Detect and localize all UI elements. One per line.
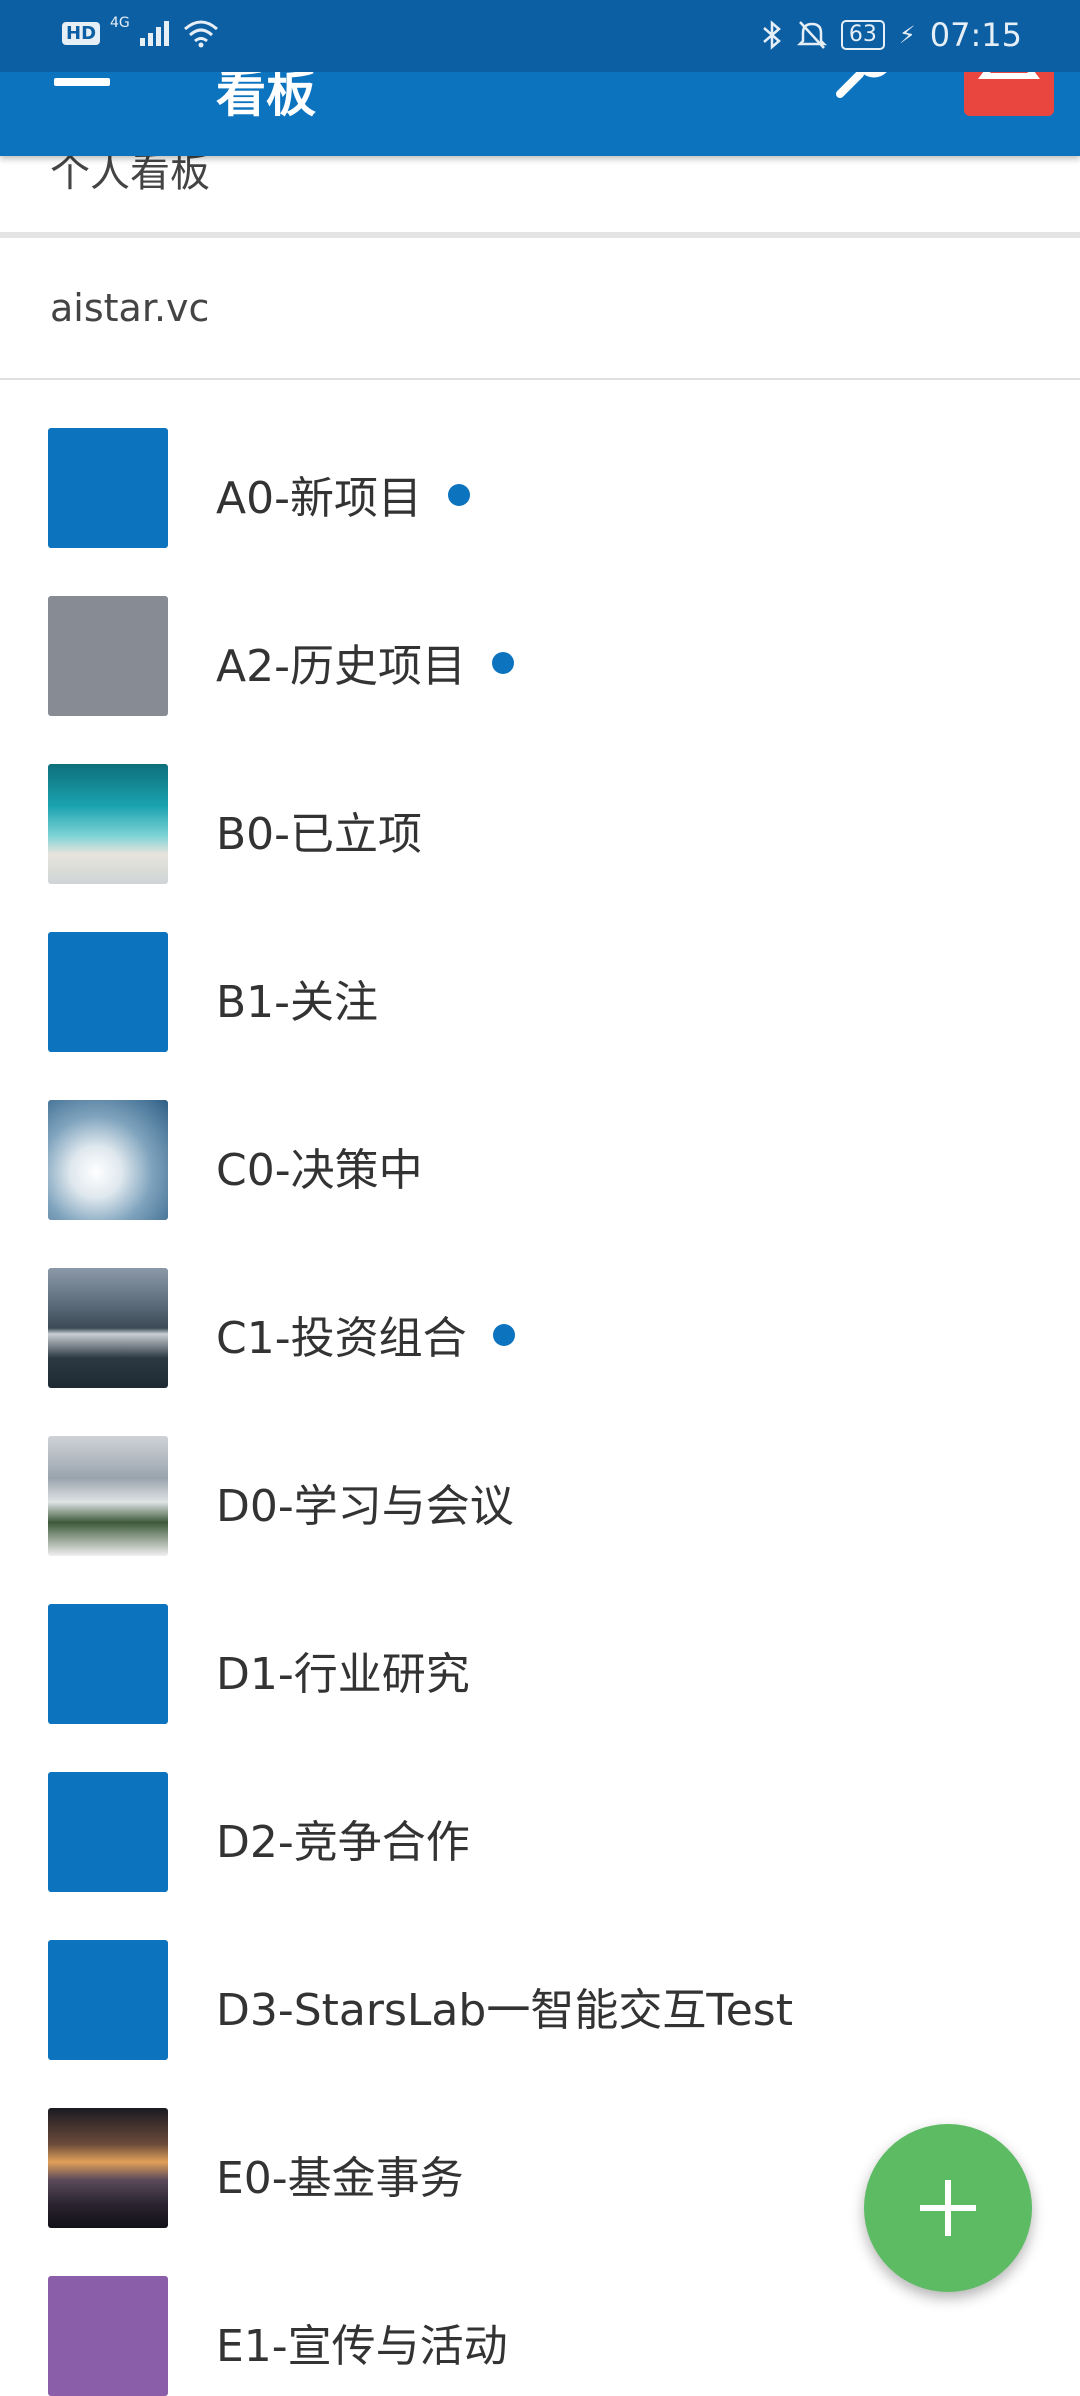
unread-dot-icon (492, 1324, 515, 1346)
hd-indicator: HD (62, 21, 101, 45)
board-label: D0-学习与会议 (216, 1470, 514, 1534)
board-list: A0-新项目 A2-历史项目 B0-已立项 B1-关注 C0-决策中 C1-投资组合 D0-… (0, 378, 1080, 2396)
signal-icon (139, 21, 169, 46)
board-name: A0-新项目 (216, 473, 422, 524)
board-item[interactable]: C0-决策中 (0, 1050, 1080, 1220)
board-label: D2-竞争合作 (216, 1806, 470, 1870)
plus-icon-vertical (945, 2180, 951, 2236)
team-name: aistar.vc (50, 286, 210, 330)
board-thumbnail (48, 1268, 168, 1388)
board-thumbnail (48, 596, 168, 716)
board-label: D3-StarsLab一智能交互Test (216, 1974, 793, 2038)
board-label: B0-已立项 (216, 798, 422, 862)
clock: 07:15 (929, 16, 1022, 54)
board-label: A2-历史项目 (216, 630, 514, 694)
board-label: C0-决策中 (216, 1134, 423, 1198)
unread-dot-icon (491, 652, 514, 674)
board-name: C1-投资组合 (216, 1313, 467, 1364)
board-label: A0-新项目 (216, 462, 470, 526)
unread-dot-icon (447, 484, 470, 506)
board-label: E0-基金事务 (216, 2142, 464, 2206)
board-item[interactable]: D2-竞争合作 (0, 1722, 1080, 1892)
board-thumbnail (48, 764, 168, 884)
board-thumbnail (48, 2276, 168, 2396)
board-name: B1-关注 (216, 977, 379, 1028)
board-item[interactable]: D1-行业研究 (0, 1554, 1080, 1724)
board-thumbnail (48, 932, 168, 1052)
status-left: HD 4G (62, 15, 220, 48)
status-right: 63 ⚡ 07:15 (761, 16, 1022, 54)
network-type: 4G (110, 15, 130, 31)
board-item[interactable]: D3-StarsLab一智能交互Test (0, 1890, 1080, 2060)
board-thumbnail (48, 1100, 168, 1220)
hamburger-menu-icon[interactable] (54, 78, 110, 86)
board-name: B0-已立项 (216, 809, 423, 860)
board-name: E0-基金事务 (216, 2153, 464, 2204)
add-board-button[interactable] (864, 2124, 1032, 2292)
board-name: D2-竞争合作 (216, 1817, 470, 1868)
section-header-team[interactable]: aistar.vc (0, 238, 1080, 380)
board-item[interactable]: B0-已立项 (0, 714, 1080, 884)
board-name: D3-StarsLab一智能交互Test (216, 1985, 793, 2036)
board-thumbnail (48, 2108, 168, 2228)
board-thumbnail (48, 1772, 168, 1892)
mute-icon (796, 21, 827, 49)
board-name: A2-历史项目 (216, 641, 466, 692)
board-thumbnail (48, 1436, 168, 1556)
battery-level: 63 (840, 20, 885, 50)
board-name: E1-宣传与活动 (216, 2321, 508, 2372)
board-item[interactable]: A0-新项目 (0, 378, 1080, 548)
board-item[interactable]: C1-投资组合 (0, 1218, 1080, 1388)
charging-icon: ⚡ (898, 21, 916, 49)
board-label: E1-宣传与活动 (216, 2310, 508, 2374)
board-name: D0-学习与会议 (216, 1481, 514, 1532)
board-label: D1-行业研究 (216, 1638, 470, 1702)
bluetooth-icon (763, 20, 781, 50)
status-bar: HD 4G 63 ⚡ 07:15 (0, 0, 1080, 72)
board-label: B1-关注 (216, 966, 378, 1030)
board-item[interactable]: A2-历史项目 (0, 546, 1080, 716)
board-thumbnail (48, 428, 168, 548)
board-name: C0-决策中 (216, 1145, 423, 1196)
board-thumbnail (48, 1604, 168, 1724)
board-label: C1-投资组合 (216, 1302, 515, 1366)
wifi-icon (183, 20, 218, 48)
board-item[interactable]: D0-学习与会议 (0, 1386, 1080, 1556)
board-item[interactable]: B1-关注 (0, 882, 1080, 1052)
board-thumbnail (48, 1940, 168, 2060)
board-name: D1-行业研究 (216, 1649, 470, 1700)
